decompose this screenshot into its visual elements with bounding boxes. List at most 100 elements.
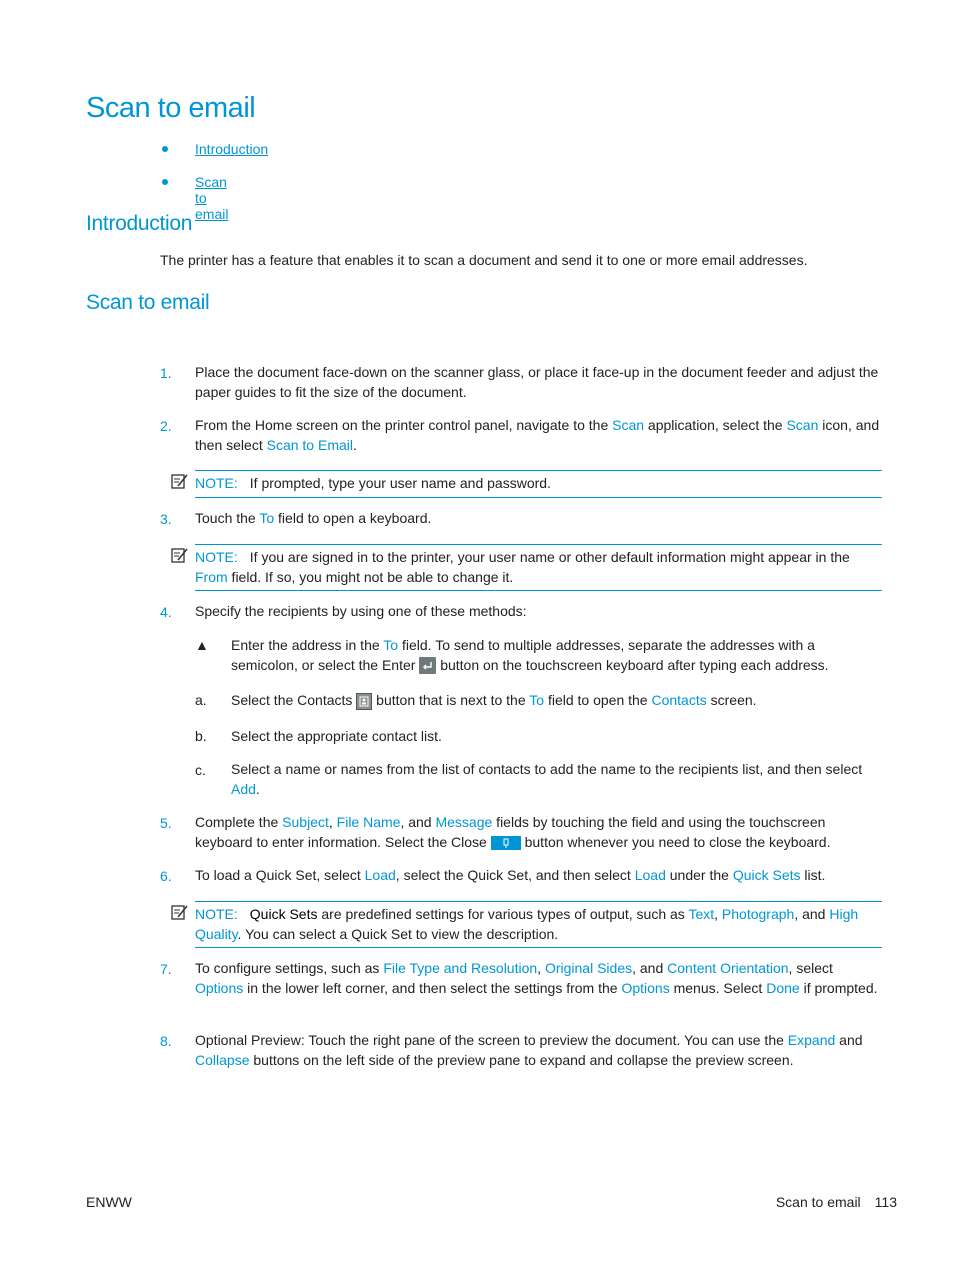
footer-left: ENWW (86, 1194, 132, 1210)
text: , and (632, 960, 668, 976)
text: application, select the (644, 417, 787, 433)
text: , (328, 814, 337, 830)
text: screen. (706, 692, 757, 708)
enter-key-icon (419, 657, 437, 675)
note-label: NOTE: (195, 549, 238, 565)
step-7-text: To configure settings, such as File Type… (195, 959, 885, 998)
section-heading-introduction: Introduction (86, 212, 193, 235)
close-keyboard-icon (490, 835, 521, 850)
step-number: 3. (160, 511, 172, 527)
text: From the Home screen on the printer cont… (195, 417, 613, 433)
text: , select (788, 960, 833, 976)
text: Optional Preview: Touch the right pane o… (195, 1032, 788, 1048)
ui-term: Load (634, 867, 666, 883)
ui-term: Contacts (651, 692, 707, 708)
text: Select the Contacts (231, 692, 357, 708)
note-text: If you are signed in to the printer, you… (249, 549, 850, 565)
step-3-text: Touch the To field to open a keyboard. (195, 509, 885, 529)
bullet-icon (162, 146, 168, 152)
ui-term: From (195, 568, 228, 585)
ui-term: Subject (282, 814, 329, 830)
ui-term: Content Orientation (667, 960, 789, 976)
bullet-icon (162, 179, 168, 185)
substep-text: Enter the address in the To field. To se… (231, 636, 881, 675)
note-box: NOTE: If prompted, type your user name an… (171, 470, 882, 498)
text: , (537, 960, 545, 976)
note-text: If prompted, type your user name and pas… (249, 475, 551, 491)
footer-right: Scan to email 113 (776, 1194, 897, 1210)
note-text: field. If so, you might not be able to c… (227, 568, 514, 585)
step-6-text: To load a Quick Set, select Load, select… (195, 866, 885, 886)
text: in the lower left corner, and then selec… (243, 979, 622, 996)
step-1-text: Place the document face-down on the scan… (195, 364, 879, 400)
ui-term: To (529, 692, 545, 708)
ui-term: Quick Sets (732, 867, 801, 883)
text: and (835, 1032, 863, 1048)
ui-term: Text (688, 906, 715, 922)
note-box: NOTE: If you are signed in to the printer… (171, 544, 882, 591)
step-number: 1. (160, 365, 172, 381)
text: list. (800, 867, 826, 883)
step-number: 7. (160, 961, 172, 977)
step-number: 4. (160, 604, 172, 620)
step-number: 8. (160, 1033, 172, 1049)
step-number: 5. (160, 815, 172, 831)
ui-term: Message (435, 814, 493, 830)
note-icon (171, 548, 188, 563)
ui-term: Original Sides (544, 960, 633, 976)
note-icon (171, 474, 188, 489)
ui-term: Expand (787, 1032, 836, 1048)
text: under the (665, 867, 733, 883)
toc-link-scan-to-email[interactable]: Scan to email (195, 174, 228, 222)
step-4-text: Specify the recipients by using one of t… (195, 603, 527, 619)
substep-marker: a. (195, 692, 207, 708)
section-heading-scan-to-email: Scan to email (86, 291, 210, 314)
text: To configure settings, such as (195, 960, 384, 976)
text: buttons on the left side of the preview … (249, 1051, 794, 1068)
ui-term: Load (364, 867, 396, 883)
text: , and (400, 814, 436, 830)
step-2-text: From the Home screen on the printer cont… (195, 416, 885, 455)
substep-text: Select the Contacts button that is next … (231, 691, 881, 711)
text: button on the touchscreen keyboard after… (436, 656, 829, 673)
substep-marker: b. (195, 728, 207, 744)
footer-section: Scan to email (775, 1194, 861, 1210)
ui-term: Photograph (721, 906, 795, 922)
note-text: , (714, 906, 722, 922)
ui-term: To (259, 510, 275, 526)
text: field to open the (544, 692, 652, 708)
ui-term: Scan (612, 417, 645, 433)
note-icon (171, 905, 188, 920)
ui-term: Add (231, 780, 256, 797)
step-5-text: Complete the Subject, File Name, and Mes… (195, 813, 885, 852)
ui-term: File Name (336, 814, 401, 830)
ui-term: Scan (786, 417, 819, 433)
page-title: Scan to email (86, 92, 256, 124)
step-number: 2. (160, 418, 172, 434)
ui-term: Done (766, 979, 800, 996)
text: if prompted. (799, 979, 878, 996)
note-label: NOTE: (195, 475, 238, 491)
substep-text: Select a name or names from the list of … (231, 760, 881, 799)
text: menus. Select (669, 979, 767, 996)
note-text: are predefined settings for various type… (317, 906, 689, 922)
text: button whenever you need to close the ke… (520, 833, 831, 850)
bold-term: Quick Sets (249, 906, 318, 922)
ui-term: Options (621, 979, 670, 996)
text: Touch the (195, 510, 260, 526)
text: Complete the (195, 814, 283, 830)
substep-marker: c. (195, 762, 206, 778)
text: Select a name or names from the list of … (231, 761, 863, 777)
ui-term: File Type and Resolution (383, 960, 538, 976)
triangle-bullet-icon: ▲ (195, 637, 209, 653)
text: button that is next to the (372, 692, 530, 708)
text: . (255, 780, 260, 797)
toc-link-introduction[interactable]: Introduction (195, 141, 268, 157)
intro-paragraph: The printer has a feature that enables i… (160, 252, 808, 268)
text: . (352, 436, 357, 453)
substep-text: Select the appropriate contact list. (231, 728, 442, 744)
ui-term: Options (195, 979, 244, 996)
contacts-icon (356, 692, 373, 710)
text: Enter the address in the (231, 637, 384, 653)
ui-term: Scan to Email (266, 436, 353, 453)
